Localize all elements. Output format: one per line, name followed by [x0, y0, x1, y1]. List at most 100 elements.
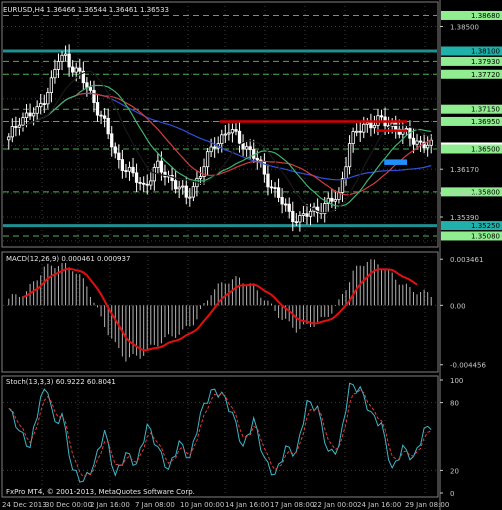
- candle-body: [230, 129, 235, 134]
- candle-body: [205, 151, 210, 168]
- candle-body: [138, 181, 142, 184]
- candle-body: [351, 131, 355, 144]
- candle-body: [429, 139, 433, 146]
- candle-body: [287, 203, 291, 212]
- x-axis-label: 24 Jan 16:00: [357, 501, 401, 509]
- tick-label: 1.35780: [450, 190, 479, 198]
- candle-body: [152, 167, 156, 182]
- candle-body: [220, 134, 224, 145]
- tick-label: 1.36170: [450, 166, 479, 174]
- candle-body: [106, 117, 110, 135]
- candle-body: [276, 187, 281, 198]
- candle-body: [372, 124, 377, 129]
- candle-body: [358, 130, 362, 133]
- candle-body: [163, 171, 167, 178]
- candle-body: [184, 185, 188, 198]
- candle-body: [181, 185, 185, 188]
- candle-body: [142, 182, 146, 185]
- x-axis-label: 17 Jan 08:00: [270, 501, 314, 509]
- stoch-tick-label: 80: [450, 400, 459, 408]
- tick-label: 1.38500: [450, 24, 479, 32]
- candle-body: [418, 140, 423, 143]
- x-axis-label: 14 Jan 16:00: [225, 501, 269, 509]
- candle-body: [14, 126, 18, 128]
- candle-body: [67, 53, 71, 68]
- candle-body: [248, 146, 252, 151]
- candle-body: [255, 157, 259, 161]
- candle-body: [39, 103, 43, 108]
- candle-body: [266, 173, 270, 188]
- candle-body: [415, 140, 419, 145]
- candle-body: [301, 213, 306, 216]
- candle-body: [333, 199, 338, 202]
- symbol-header: EURUSD,H4 1.36466 1.36544 1.36461 1.3653…: [3, 6, 169, 14]
- candle-body: [99, 114, 103, 117]
- candle-body: [411, 137, 416, 145]
- candle-body: [280, 197, 284, 205]
- price-box-label: 1.38680: [471, 12, 500, 20]
- price-box-label: 1.37930: [471, 58, 500, 66]
- candle-body: [92, 89, 96, 103]
- candle-body: [71, 66, 75, 73]
- candle-body: [28, 112, 32, 117]
- x-axis-label: 24 Dec 2013: [2, 501, 47, 509]
- candle-body: [237, 130, 242, 144]
- copyright-text: FxPro MT4, © 2001-2013, MetaQuotes Softw…: [6, 488, 195, 496]
- price-box-label: 1.36950: [471, 118, 500, 126]
- candle-body: [85, 82, 89, 88]
- candle-body: [347, 143, 352, 168]
- candle-body: [284, 203, 288, 206]
- candle-body: [188, 196, 192, 199]
- candle-body: [102, 115, 107, 119]
- candle-body: [127, 166, 132, 172]
- candle-body: [330, 197, 334, 202]
- candle-body: [10, 126, 14, 138]
- chart-svg: 1.38680 1.38100 1.37930 1.37720 1.37150 1.369…: [0, 0, 502, 510]
- stoch-tick-label: 100: [450, 377, 463, 385]
- candle-body: [340, 178, 345, 193]
- candle-body: [134, 172, 139, 183]
- candle-body: [131, 166, 135, 174]
- x-axis-label: 30 Dec 00:00: [45, 501, 92, 509]
- candle-body: [149, 180, 153, 186]
- candle-body: [379, 115, 384, 118]
- stoch-tick-label: 0: [450, 490, 454, 498]
- candle-body: [305, 213, 309, 217]
- candle-body: [78, 67, 82, 72]
- candle-body: [35, 106, 39, 114]
- blue-zone: [384, 159, 407, 165]
- candle-body: [223, 133, 227, 136]
- candle-body: [191, 186, 196, 198]
- x-axis-label: 10 Jan 00:00: [180, 501, 224, 509]
- candle-body: [404, 128, 409, 130]
- candle-body: [213, 146, 217, 149]
- candle-body: [426, 144, 430, 149]
- candle-body: [17, 124, 22, 128]
- candle-body: [362, 123, 366, 133]
- candle-body: [113, 146, 117, 154]
- candle-body: [110, 133, 114, 148]
- candle-body: [42, 103, 46, 105]
- candle-body: [369, 122, 373, 129]
- candle-body: [252, 149, 256, 159]
- candle-body: [49, 77, 54, 93]
- price-box-label: 1.36500: [471, 146, 500, 154]
- candle-body: [234, 129, 238, 132]
- stoch-tick-label: 20: [450, 467, 459, 475]
- candle-body: [124, 170, 128, 172]
- x-axis-label: 7 Jan 08:00: [135, 501, 175, 509]
- candle-body: [269, 186, 274, 189]
- candle-body: [88, 86, 93, 91]
- candle-body: [173, 180, 178, 190]
- x-axis-label: 2 Jan 16:00: [90, 501, 130, 509]
- candle-body: [291, 210, 295, 223]
- candle-body: [308, 210, 313, 217]
- candle-body: [53, 69, 57, 79]
- x-axis-label: 29 Jan 08:00: [405, 501, 449, 509]
- candle-body: [355, 130, 359, 133]
- candle-body: [198, 176, 203, 179]
- candle-body: [74, 67, 78, 73]
- chart-root: 1.38680 1.38100 1.37930 1.37720 1.37150 1.369…: [0, 0, 502, 510]
- price-box-label: 1.38100: [471, 48, 500, 56]
- stoch-title: Stoch(13,3,3) 60.9222 60.8041: [6, 378, 116, 386]
